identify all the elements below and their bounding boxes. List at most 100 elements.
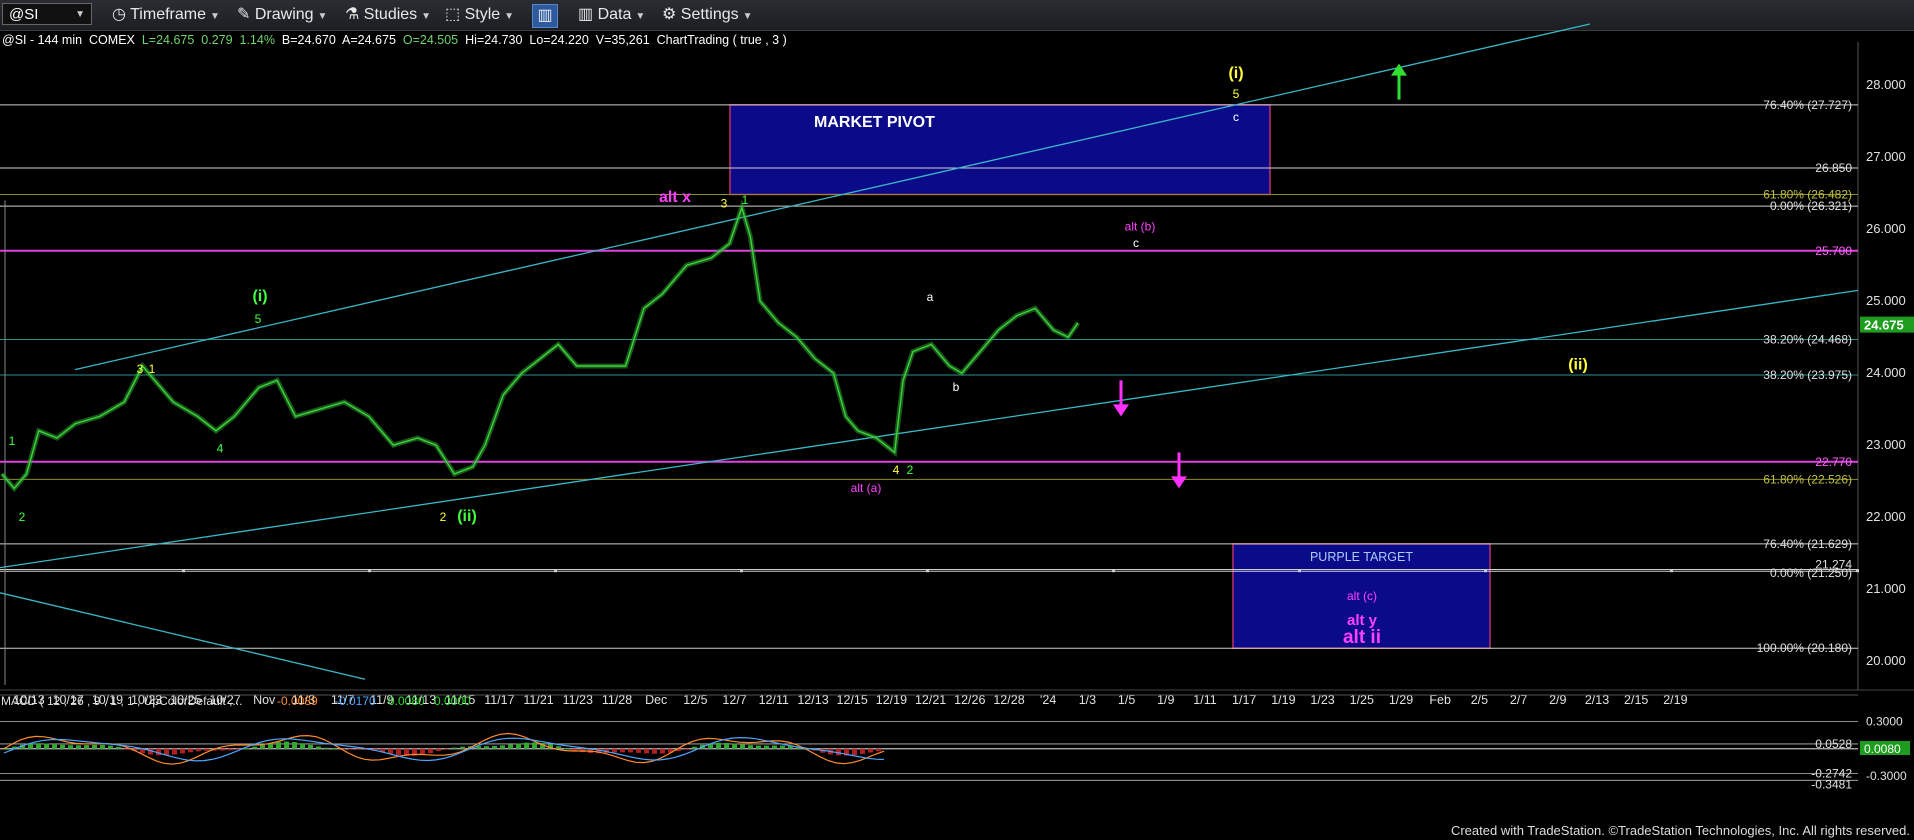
macd-hist-bar <box>28 743 33 749</box>
macd-hist-bar <box>220 748 225 751</box>
wave-label-4: 3 <box>721 197 728 211</box>
macd-hist-bar <box>660 748 665 754</box>
grid-marker-2 <box>554 569 557 573</box>
level-label-1: 26.850 <box>1815 161 1852 175</box>
wave-label-13: 2 <box>19 510 26 524</box>
y-tick-label-6: 22.000 <box>1866 509 1906 524</box>
macd-hist-bar <box>284 741 289 749</box>
macd-hist-bar <box>300 743 305 749</box>
macd-hist-bar <box>252 746 257 749</box>
wave-label-17: a <box>927 290 934 304</box>
y-tick-label-3: 25.000 <box>1866 293 1906 308</box>
macd-value-1: -0.0170 <box>335 694 376 708</box>
footer-credit: Created with TradeStation. ©TradeStation… <box>1450 823 1910 838</box>
macd-hist-bar <box>652 748 657 754</box>
wave-label-6: alt (b) <box>1125 220 1156 234</box>
y-tick-label-4: 24.000 <box>1866 365 1906 380</box>
macd-hist-bar <box>532 742 537 749</box>
macd-hist-bar <box>36 743 41 749</box>
wave-label-0: (i) <box>1228 65 1243 82</box>
macd-hist-bar <box>732 743 737 749</box>
wave-label-21: alt (a) <box>851 481 882 495</box>
macd-hist-bar <box>860 748 865 754</box>
grid-marker-9 <box>1856 569 1859 573</box>
macd-hist-bar <box>740 744 745 749</box>
wave-label-15: 2 <box>440 510 447 524</box>
y-tick-label-8: 20.000 <box>1866 653 1906 668</box>
level-label-9: 76.40% (21.629) <box>1763 537 1852 551</box>
macd-hist-bar <box>516 743 521 749</box>
macd-hist-bar <box>100 744 105 749</box>
wave-label-1: 5 <box>1233 87 1240 101</box>
macd-value-3: 0.0000 <box>434 694 471 708</box>
y-tick-label-7: 21.000 <box>1866 581 1906 596</box>
box-label-0: MARKET PIVOT <box>814 114 935 131</box>
wave-label-23: alt (c) <box>1347 589 1377 603</box>
macd-hist-bar <box>124 748 129 750</box>
macd-hist-bar <box>292 742 297 749</box>
macd-hist-bar <box>500 745 505 749</box>
up-arrow-icon-head <box>1391 63 1407 76</box>
trend-line-0 <box>74 23 1591 371</box>
wave-label-11: 5 <box>255 312 262 326</box>
macd-hist-bar <box>428 748 433 754</box>
macd-hist-bar <box>852 748 857 756</box>
wave-label-14: 4 <box>217 441 224 455</box>
macd-hist-bar <box>324 747 329 749</box>
level-label-6: 38.20% (23.975) <box>1763 368 1852 382</box>
macd-hist-bar <box>780 745 785 749</box>
macd-hist-bar <box>420 748 425 755</box>
macd-hist-bar <box>628 748 633 753</box>
price-series-shadow <box>0 199 1081 493</box>
macd-hist-bar <box>52 744 57 749</box>
wave-label-3: alt x <box>659 189 691 206</box>
wave-label-7: c <box>1133 236 1139 250</box>
level-label-4: 25.700 <box>1815 244 1852 258</box>
macd-y-tick-1: 0.0528 <box>1815 737 1852 751</box>
macd-hist-bar <box>172 748 177 755</box>
macd-hist-bar <box>308 744 313 749</box>
y-tick-label-1: 27.000 <box>1866 149 1906 164</box>
grid-marker-1 <box>368 569 371 573</box>
wave-label-8: (i) <box>252 288 267 305</box>
level-label-8: 61.80% (22.526) <box>1763 472 1852 486</box>
wave-label-10: 1 <box>149 362 156 376</box>
grid-marker-8 <box>1670 569 1673 573</box>
wave-label-2: c <box>1233 110 1239 124</box>
macd-hist-bar <box>492 745 497 749</box>
macd-hist-bar <box>644 748 649 754</box>
wave-label-19: 4 <box>893 463 900 477</box>
box-label-1: PURPLE TARGET <box>1310 550 1413 564</box>
macd-hist-bar <box>60 744 65 749</box>
wave-label-22: (ii) <box>1568 357 1588 374</box>
macd-hist-bar <box>228 748 233 751</box>
grid-marker-6 <box>1298 569 1301 573</box>
y-tick-label-0: 28.000 <box>1866 77 1906 92</box>
macd-hist-bar <box>332 748 337 750</box>
macd-hist-bar <box>276 741 281 749</box>
macd-hist-bar <box>460 746 465 749</box>
macd-hist-bar <box>116 746 121 749</box>
macd-hist-bar <box>452 747 457 749</box>
wave-label-12: 1 <box>9 434 16 448</box>
trend-line-1 <box>0 289 1859 569</box>
macd-hist-bar <box>572 748 577 751</box>
down-arrow-icon-head <box>1113 404 1129 417</box>
grid-marker-0 <box>182 569 185 573</box>
macd-y-tick-2: 0.0080 <box>1864 742 1901 756</box>
macd-hist-bar <box>748 745 753 749</box>
grid-marker-4 <box>926 569 929 573</box>
macd-hist-bar <box>316 746 321 749</box>
macd-hist-bar <box>876 748 881 752</box>
macd-hist-bar <box>84 745 89 749</box>
price-chart[interactable]: MARKET PIVOT PURPLE TARGET 76.40% (27.727)… <box>0 0 1914 840</box>
macd-y-tick-0: 0.3000 <box>1866 715 1903 729</box>
macd-hist-bar <box>188 748 193 753</box>
macd-hist-bar <box>612 748 617 753</box>
level-label-7: 22.770 <box>1815 455 1852 469</box>
macd-hist-bar <box>396 748 401 756</box>
macd-hist-bar <box>180 748 185 754</box>
level-label-5: 38.20% (24.468) <box>1763 333 1852 347</box>
macd-y-tick-4: -0.3481 <box>1811 777 1852 791</box>
macd-hist-bar <box>260 744 265 749</box>
